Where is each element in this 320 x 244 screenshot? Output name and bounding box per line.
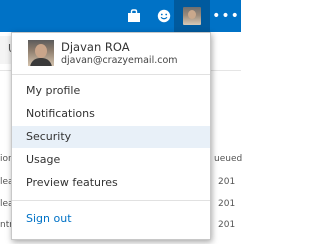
menu-item-my-profile[interactable]: My profile (12, 80, 210, 102)
background-col-header-right: ueued (214, 154, 243, 164)
account-menu: Djavan ROA djavan@crazyemail.com My prof… (11, 32, 211, 240)
background-row2-right: 201 (218, 199, 236, 209)
menu-item-usage[interactable]: Usage (12, 149, 210, 171)
account-avatar-button[interactable] (174, 0, 210, 32)
avatar-icon (183, 7, 201, 25)
more-icon: ••• (212, 8, 240, 24)
background-row1-right: 201 (218, 177, 236, 187)
menu-item-preview-features[interactable]: Preview features (12, 172, 210, 194)
account-header: Djavan ROA djavan@crazyemail.com (12, 33, 210, 73)
menu-item-notifications[interactable]: Notifications (12, 103, 210, 125)
menu-divider (12, 74, 210, 75)
more-options-button[interactable]: ••• (212, 0, 240, 32)
avatar-shoulders (30, 58, 52, 66)
shopping-bag-icon[interactable] (120, 0, 148, 32)
sign-out-link[interactable]: Sign out (12, 208, 210, 230)
user-email: djavan@crazyemail.com (61, 55, 178, 66)
avatar (28, 40, 54, 66)
avatar-face (35, 44, 47, 58)
menu-item-security[interactable]: Security (12, 126, 210, 148)
user-name: Djavan ROA (61, 40, 130, 54)
background-row3-right: 201 (218, 220, 236, 230)
menu-divider-bottom (12, 200, 210, 201)
top-bar: ••• (0, 0, 241, 32)
